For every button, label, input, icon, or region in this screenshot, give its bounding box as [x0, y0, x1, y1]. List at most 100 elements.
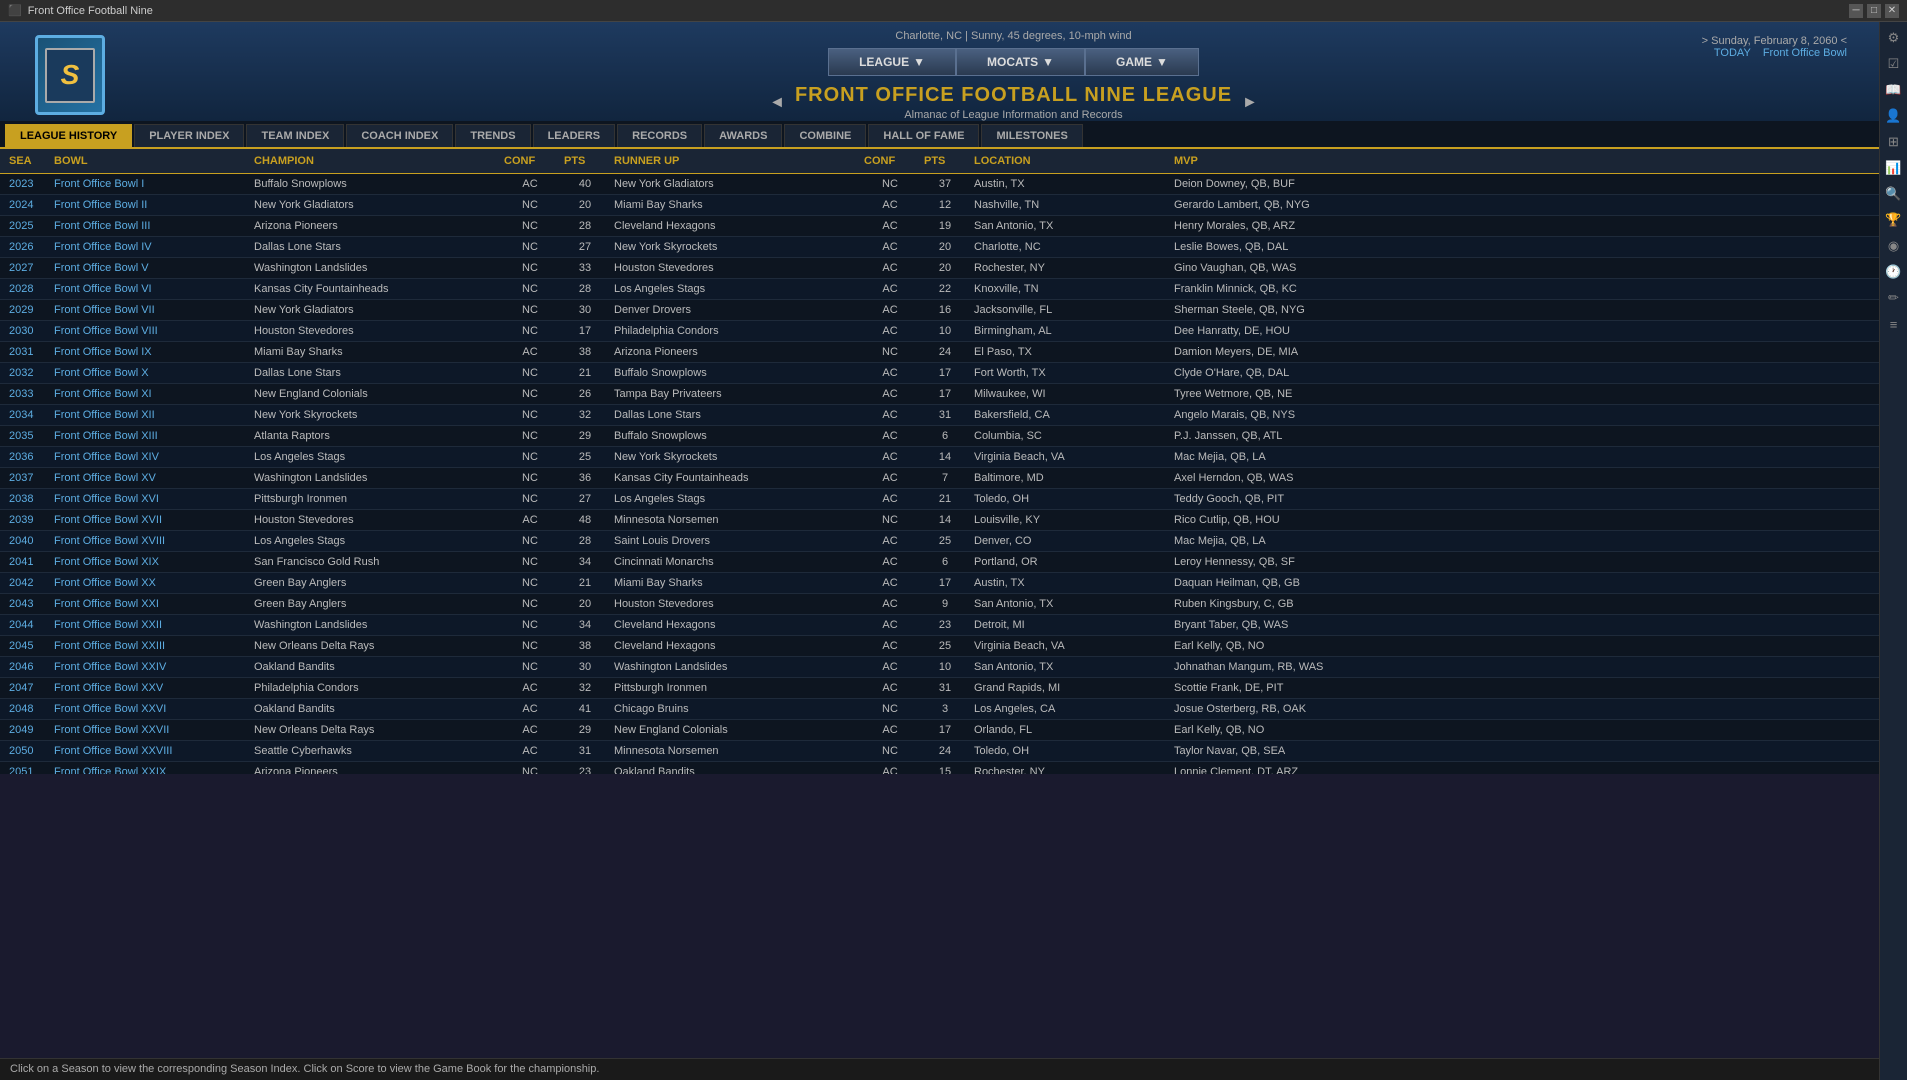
- check-icon[interactable]: ☑: [1882, 52, 1906, 76]
- table-row[interactable]: 2039Front Office Bowl XVIIHouston Steved…: [0, 510, 1879, 531]
- grid-icon[interactable]: ⊞: [1882, 130, 1906, 154]
- tab-team-index[interactable]: TEAM INDEX: [246, 124, 344, 147]
- table-cell[interactable]: 2038: [5, 491, 50, 507]
- table-row[interactable]: 2050Front Office Bowl XXVIIISeattle Cybe…: [0, 741, 1879, 762]
- table-cell[interactable]: 2029: [5, 302, 50, 318]
- table-cell[interactable]: 2040: [5, 533, 50, 549]
- table-row[interactable]: 2031Front Office Bowl IXMiami Bay Sharks…: [0, 342, 1879, 363]
- league-nav-button[interactable]: LEAGUE ▼: [828, 48, 956, 76]
- header-champion[interactable]: CHAMPION: [250, 152, 500, 170]
- prev-league-button[interactable]: ◄: [769, 94, 785, 112]
- header-ru-pts[interactable]: PTS: [920, 152, 970, 170]
- table-cell[interactable]: Front Office Bowl XXIX: [50, 764, 250, 774]
- table-cell[interactable]: 2031: [5, 344, 50, 360]
- tab-leaders[interactable]: LEADERS: [533, 124, 616, 147]
- table-cell[interactable]: Front Office Bowl XVI: [50, 491, 250, 507]
- table-row[interactable]: 2038Front Office Bowl XVIPittsburgh Iron…: [0, 489, 1879, 510]
- table-cell[interactable]: Front Office Bowl XI: [50, 386, 250, 402]
- tab-coach-index[interactable]: COACH INDEX: [346, 124, 453, 147]
- table-row[interactable]: 2028Front Office Bowl VIKansas City Foun…: [0, 279, 1879, 300]
- table-row[interactable]: 2042Front Office Bowl XXGreen Bay Angler…: [0, 573, 1879, 594]
- table-cell[interactable]: 2049: [5, 722, 50, 738]
- table-row[interactable]: 2036Front Office Bowl XIVLos Angeles Sta…: [0, 447, 1879, 468]
- table-row[interactable]: 2023Front Office Bowl IBuffalo Snowplows…: [0, 174, 1879, 195]
- settings-icon[interactable]: ⚙: [1882, 26, 1906, 50]
- table-cell[interactable]: Front Office Bowl V: [50, 260, 250, 276]
- table-cell[interactable]: Front Office Bowl XXIV: [50, 659, 250, 675]
- table-cell[interactable]: 2034: [5, 407, 50, 423]
- book-icon[interactable]: 📖: [1882, 78, 1906, 102]
- table-row[interactable]: 2033Front Office Bowl XINew England Colo…: [0, 384, 1879, 405]
- header-champ-conf[interactable]: CONF: [500, 152, 560, 170]
- table-row[interactable]: 2040Front Office Bowl XVIIILos Angeles S…: [0, 531, 1879, 552]
- table-cell[interactable]: Front Office Bowl XIV: [50, 449, 250, 465]
- table-cell[interactable]: Front Office Bowl XVIII: [50, 533, 250, 549]
- maximize-button[interactable]: □: [1867, 4, 1881, 18]
- header-location[interactable]: LOCATION: [970, 152, 1170, 170]
- tab-combine[interactable]: COMBINE: [784, 124, 866, 147]
- user-icon[interactable]: 👤: [1882, 104, 1906, 128]
- table-row[interactable]: 2027Front Office Bowl VWashington Landsl…: [0, 258, 1879, 279]
- table-cell[interactable]: 2028: [5, 281, 50, 297]
- table-row[interactable]: 2032Front Office Bowl XDallas Lone Stars…: [0, 363, 1879, 384]
- minimize-button[interactable]: ─: [1849, 4, 1863, 18]
- table-row[interactable]: 2044Front Office Bowl XXIIWashington Lan…: [0, 615, 1879, 636]
- table-cell[interactable]: 2047: [5, 680, 50, 696]
- game-nav-button[interactable]: GAME ▼: [1085, 48, 1199, 76]
- tab-milestones[interactable]: MILESTONES: [981, 124, 1082, 147]
- table-cell[interactable]: 2050: [5, 743, 50, 759]
- table-cell[interactable]: 2051: [5, 764, 50, 774]
- header-runner-up[interactable]: RUNNER UP: [610, 152, 860, 170]
- table-cell[interactable]: Front Office Bowl XVII: [50, 512, 250, 528]
- table-row[interactable]: 2034Front Office Bowl XIINew York Skyroc…: [0, 405, 1879, 426]
- table-row[interactable]: 2043Front Office Bowl XXIGreen Bay Angle…: [0, 594, 1879, 615]
- table-cell[interactable]: Front Office Bowl IV: [50, 239, 250, 255]
- table-cell[interactable]: 2036: [5, 449, 50, 465]
- table-cell[interactable]: Front Office Bowl VII: [50, 302, 250, 318]
- table-cell[interactable]: 2025: [5, 218, 50, 234]
- trophy-icon[interactable]: 🏆: [1882, 208, 1906, 232]
- table-cell[interactable]: Front Office Bowl VIII: [50, 323, 250, 339]
- table-cell[interactable]: Front Office Bowl XXV: [50, 680, 250, 696]
- tab-league-history[interactable]: LEAGUE HISTORY: [5, 124, 132, 147]
- clock-icon[interactable]: 🕐: [1882, 260, 1906, 284]
- table-row[interactable]: 2030Front Office Bowl VIIIHouston Steved…: [0, 321, 1879, 342]
- table-cell[interactable]: Front Office Bowl XXVIII: [50, 743, 250, 759]
- table-row[interactable]: 2048Front Office Bowl XXVIOakland Bandit…: [0, 699, 1879, 720]
- table-cell[interactable]: 2039: [5, 512, 50, 528]
- table-cell[interactable]: Front Office Bowl XXI: [50, 596, 250, 612]
- table-cell[interactable]: Front Office Bowl XIX: [50, 554, 250, 570]
- table-row[interactable]: 2045Front Office Bowl XXIIINew Orleans D…: [0, 636, 1879, 657]
- header-mvp[interactable]: MVP: [1170, 152, 1420, 170]
- table-cell[interactable]: Front Office Bowl XXII: [50, 617, 250, 633]
- header-ru-conf[interactable]: CONF: [860, 152, 920, 170]
- header-bowl[interactable]: BOWL: [50, 152, 250, 170]
- table-cell[interactable]: Front Office Bowl X: [50, 365, 250, 381]
- table-cell[interactable]: 2041: [5, 554, 50, 570]
- table-row[interactable]: 2024Front Office Bowl IINew York Gladiat…: [0, 195, 1879, 216]
- table-cell[interactable]: Front Office Bowl XXIII: [50, 638, 250, 654]
- tab-awards[interactable]: AWARDS: [704, 124, 782, 147]
- table-cell[interactable]: 2023: [5, 176, 50, 192]
- table-cell[interactable]: 2024: [5, 197, 50, 213]
- table-cell[interactable]: 2037: [5, 470, 50, 486]
- table-cell[interactable]: 2026: [5, 239, 50, 255]
- table-cell[interactable]: 2044: [5, 617, 50, 633]
- table-cell[interactable]: Front Office Bowl II: [50, 197, 250, 213]
- table-cell[interactable]: 2027: [5, 260, 50, 276]
- tab-trends[interactable]: TRENDS: [455, 124, 530, 147]
- table-cell[interactable]: Front Office Bowl XXVI: [50, 701, 250, 717]
- table-cell[interactable]: Front Office Bowl XII: [50, 407, 250, 423]
- header-sea[interactable]: SEA: [5, 152, 50, 170]
- pencil-icon[interactable]: ✏: [1882, 286, 1906, 310]
- table-cell[interactable]: 2043: [5, 596, 50, 612]
- bar-chart-icon[interactable]: 📊: [1882, 156, 1906, 180]
- list-icon[interactable]: ≡: [1882, 312, 1906, 336]
- table-cell[interactable]: 2033: [5, 386, 50, 402]
- table-cell[interactable]: Front Office Bowl XIII: [50, 428, 250, 444]
- table-cell[interactable]: 2045: [5, 638, 50, 654]
- table-cell[interactable]: Front Office Bowl XXVII: [50, 722, 250, 738]
- next-league-button[interactable]: ►: [1242, 94, 1258, 112]
- mocats-nav-button[interactable]: MOCATS ▼: [956, 48, 1085, 76]
- table-cell[interactable]: 2035: [5, 428, 50, 444]
